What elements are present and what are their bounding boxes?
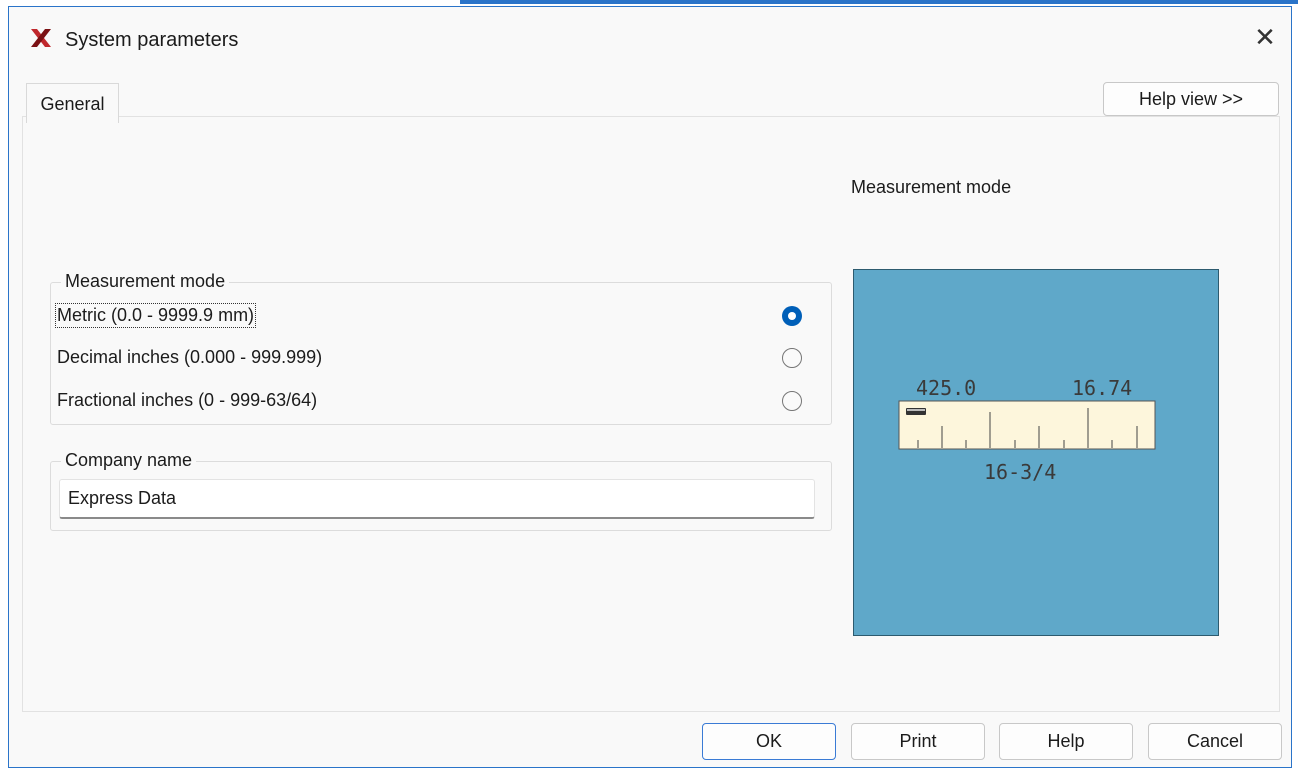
company-name-input[interactable] — [59, 479, 815, 519]
company-name-legend: Company name — [61, 450, 197, 471]
radio-label-decimal-inches[interactable]: Decimal inches (0.000 - 999.999) — [57, 347, 322, 368]
measurement-mode-group: Measurement mode Metric (0.0 - 9999.9 mm… — [50, 271, 832, 425]
close-icon[interactable]: ✕ — [1249, 21, 1281, 53]
ok-button[interactable]: OK — [702, 723, 836, 760]
measurement-preview: 425.0 16.74 16-3/4 — [853, 269, 1219, 636]
decimal-readout: 16.74 — [1072, 376, 1133, 400]
app-logo-icon — [31, 29, 51, 47]
help-button[interactable]: Help — [999, 723, 1133, 760]
radio-decimal-inches[interactable] — [782, 348, 802, 368]
window-accent-bar — [460, 0, 1298, 4]
radio-metric[interactable] — [782, 306, 802, 326]
help-caption: Measurement mode — [851, 177, 1012, 197]
company-name-group: Company name — [50, 450, 832, 531]
radio-label-fractional-inches[interactable]: Fractional inches (0 - 999-63/64) — [57, 390, 317, 411]
tab-general[interactable]: General — [26, 83, 119, 123]
radio-label-metric[interactable]: Metric (0.0 - 9999.9 mm) — [54, 303, 257, 328]
help-view-button[interactable]: Help view >> — [1103, 82, 1279, 116]
system-parameters-dialog: System parameters ✕ General Help view >>… — [8, 6, 1292, 768]
window-title: System parameters — [65, 29, 239, 51]
print-button[interactable]: Print — [851, 723, 985, 760]
radio-fractional-inches[interactable] — [782, 391, 802, 411]
measurement-mode-legend: Measurement mode — [61, 271, 230, 292]
ruler-graphic — [898, 400, 1156, 450]
metric-readout: 425.0 — [916, 376, 977, 400]
cancel-button[interactable]: Cancel — [1148, 723, 1282, 760]
title-bar[interactable]: System parameters ✕ — [9, 7, 1291, 69]
fraction-readout: 16-3/4 — [984, 460, 1057, 484]
